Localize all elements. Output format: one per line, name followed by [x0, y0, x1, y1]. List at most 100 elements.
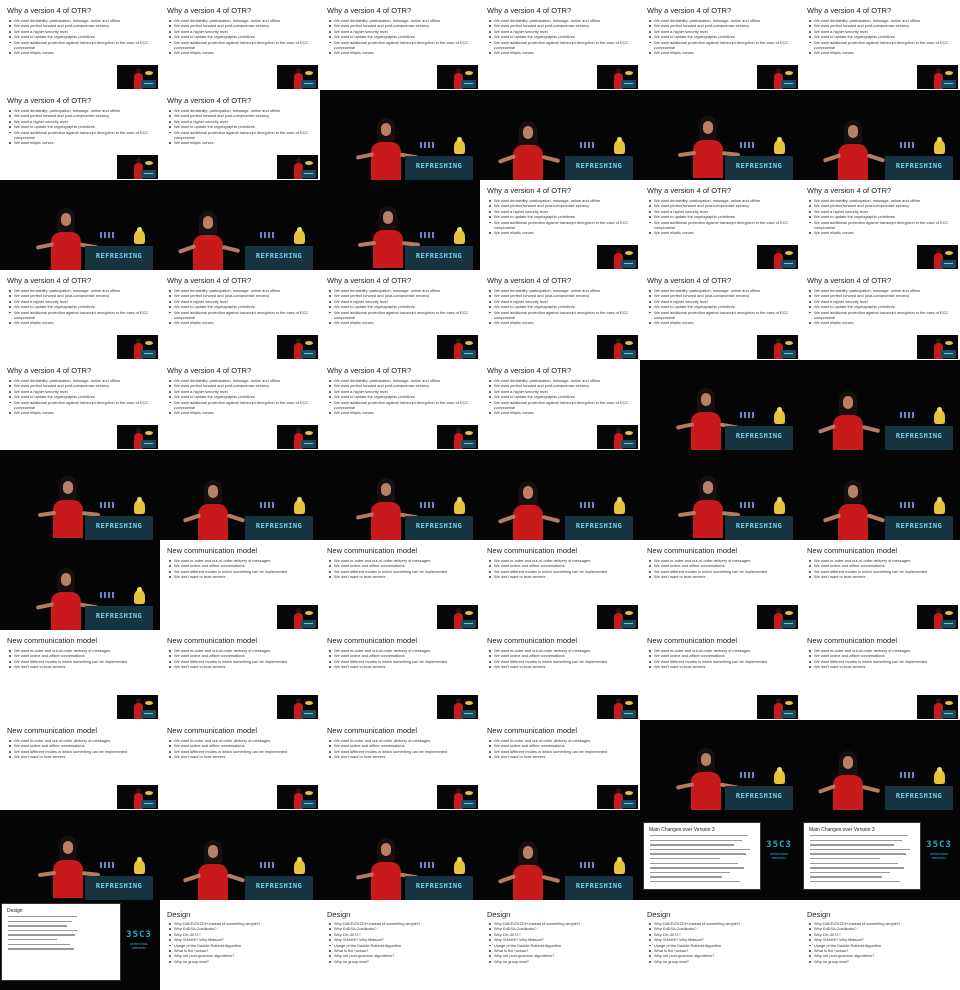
model-slide-thumbnail[interactable]: New communication model ◦ We want in-ord… [800, 540, 960, 630]
projected-design-slide-thumbnail[interactable]: Design 35C3 REFRESHING MEMORIES [0, 900, 160, 990]
design-slide-thumbnail[interactable]: Design ◦ Why DAKEZ/XZDH instead of somet… [160, 900, 320, 990]
speaker-inset [597, 335, 638, 359]
slide-bullet: Why no group chat? [169, 959, 315, 964]
slide-bullet: We want elliptic curves [649, 50, 795, 55]
model-slide-thumbnail[interactable]: New communication model ◦ We want in-ord… [160, 540, 320, 630]
otr-slide-thumbnail[interactable]: Why a version 4 of OTR? ◦ We want deniab… [320, 360, 480, 450]
speaker-shot-thumbnail[interactable]: REFRESHING [800, 450, 960, 540]
event-logo-mark: 35C3 [126, 930, 152, 940]
speaker-inset [757, 245, 798, 269]
model-slide-thumbnail[interactable]: New communication model ◦ We want in-ord… [480, 630, 640, 720]
slide-corner-mark: ◦ [629, 185, 631, 190]
otr-slide-thumbnail[interactable]: Why a version 4 of OTR? ◦ We want deniab… [160, 360, 320, 450]
speaker-shot-thumbnail[interactable]: REFRESHING [160, 810, 320, 900]
speaker-inset [117, 335, 158, 359]
speaker-shot-thumbnail[interactable]: REFRESHING [640, 450, 800, 540]
design-slide-thumbnail[interactable]: Design ◦ Why DAKEZ/XZDH instead of somet… [640, 900, 800, 990]
speaker-shot-thumbnail[interactable]: REFRESHING [480, 90, 640, 180]
otr-slide-thumbnail[interactable]: Why a version 4 of OTR? ◦ We want deniab… [640, 0, 800, 90]
slide-bullets: We want deniability: participation, mess… [169, 288, 315, 326]
otr-slide-thumbnail[interactable]: Why a version 4 of OTR? ◦ We want deniab… [320, 270, 480, 360]
speaker-shot-thumbnail[interactable]: REFRESHING [160, 180, 320, 270]
model-slide-thumbnail[interactable]: New communication model ◦ We want in-ord… [0, 630, 160, 720]
slide-corner-mark: ◦ [309, 635, 311, 640]
otr-slide-thumbnail[interactable]: Why a version 4 of OTR? ◦ We want deniab… [640, 180, 800, 270]
otr-slide-thumbnail[interactable]: Why a version 4 of OTR? ◦ We want deniab… [480, 270, 640, 360]
podium: REFRESHING [245, 516, 313, 540]
model-slide-thumbnail[interactable]: New communication model ◦ We want in-ord… [480, 540, 640, 630]
speaker-shot-thumbnail[interactable]: REFRESHING [480, 810, 640, 900]
speaker-shot-thumbnail[interactable]: REFRESHING [0, 450, 160, 540]
otr-slide-thumbnail[interactable]: Why a version 4 of OTR? ◦ We want deniab… [0, 0, 160, 90]
otr-slide-thumbnail[interactable]: Why a version 4 of OTR? ◦ We want deniab… [800, 180, 960, 270]
otr-slide-thumbnail[interactable]: Why a version 4 of OTR? ◦ We want deniab… [800, 270, 960, 360]
model-slide-thumbnail[interactable]: New communication model ◦ We want in-ord… [480, 720, 640, 810]
slide-bullet: We want additional protection against tr… [489, 40, 635, 51]
slide-title: New communication model [807, 636, 898, 645]
speaker-shot-thumbnail[interactable]: REFRESHING [0, 810, 160, 900]
speaker-shot-thumbnail[interactable]: REFRESHING [320, 810, 480, 900]
slide-title: Why a version 4 of OTR? [807, 6, 892, 15]
projected-text-line [650, 835, 748, 837]
otr-slide-thumbnail[interactable]: Why a version 4 of OTR? ◦ We want deniab… [160, 0, 320, 90]
design-slide-thumbnail[interactable]: Design ◦ Why DAKEZ/XZDH instead of somet… [320, 900, 480, 990]
speaker-shot-thumbnail[interactable]: REFRESHING [800, 360, 960, 450]
model-slide-thumbnail[interactable]: New communication model ◦ We want in-ord… [160, 630, 320, 720]
slide-bullet: We don't want to trust servers [649, 574, 795, 579]
model-slide-thumbnail[interactable]: New communication model ◦ We want in-ord… [640, 540, 800, 630]
mascot-figure [774, 137, 785, 154]
speaker-shot-thumbnail[interactable]: REFRESHING [640, 360, 800, 450]
model-slide-thumbnail[interactable]: New communication model ◦ We want in-ord… [160, 720, 320, 810]
speaker-shot-thumbnail[interactable]: REFRESHING [480, 450, 640, 540]
otr-slide-thumbnail[interactable]: Why a version 4 of OTR? ◦ We want deniab… [640, 270, 800, 360]
projected-text-line [810, 858, 880, 860]
speaker-shot-thumbnail[interactable]: REFRESHING [160, 450, 320, 540]
stage-lights [100, 232, 116, 238]
model-slide-thumbnail[interactable]: New communication model ◦ We want in-ord… [800, 630, 960, 720]
mascot-figure [934, 497, 945, 514]
otr-slide-thumbnail[interactable]: Why a version 4 of OTR? ◦ We want deniab… [160, 270, 320, 360]
model-slide-thumbnail[interactable]: New communication model ◦ We want in-ord… [320, 540, 480, 630]
otr-slide-thumbnail[interactable]: Why a version 4 of OTR? ◦ We want deniab… [160, 90, 320, 180]
speaker-inset [117, 785, 158, 809]
speaker-shot-thumbnail[interactable]: REFRESHING [0, 540, 160, 630]
projected-slide-thumbnail[interactable]: Main Changes over Version 3 35C3 REFRESHIN… [800, 810, 960, 900]
speaker-inset [917, 605, 958, 629]
speaker-shot-thumbnail[interactable]: REFRESHING [320, 180, 480, 270]
otr-slide-thumbnail[interactable]: Why a version 4 of OTR? ◦ We want deniab… [0, 360, 160, 450]
design-slide-thumbnail[interactable]: Design ◦ Why DAKEZ/XZDH instead of somet… [480, 900, 640, 990]
speaker-inset [917, 695, 958, 719]
model-slide-thumbnail[interactable]: New communication model ◦ We want in-ord… [640, 630, 800, 720]
otr-slide-thumbnail[interactable]: Why a version 4 of OTR? ◦ We want deniab… [0, 270, 160, 360]
speaker-shot-thumbnail[interactable]: REFRESHING [320, 450, 480, 540]
projected-slide-thumbnail[interactable]: Main Changes over Version 3 35C3 REFRESHIN… [640, 810, 800, 900]
projected-text-line [810, 867, 904, 869]
otr-slide-thumbnail[interactable]: Why a version 4 of OTR? ◦ We want deniab… [480, 360, 640, 450]
projected-text-line [810, 853, 906, 855]
model-slide-thumbnail[interactable]: New communication model ◦ We want in-ord… [320, 630, 480, 720]
speaker-inset [757, 335, 798, 359]
speaker-shot-thumbnail[interactable]: REFRESHING [640, 720, 800, 810]
projected-text-line [650, 848, 750, 851]
speaker-shot-thumbnail[interactable]: REFRESHING [320, 90, 480, 180]
projection-screen: Main Changes over Version 3 [643, 822, 761, 890]
podium: REFRESHING [85, 246, 153, 270]
stage-lights [740, 502, 756, 508]
otr-slide-thumbnail[interactable]: Why a version 4 of OTR? ◦ We want deniab… [480, 180, 640, 270]
speaker-shot-thumbnail[interactable]: REFRESHING [800, 90, 960, 180]
speaker-shot-thumbnail[interactable]: REFRESHING [640, 90, 800, 180]
otr-slide-thumbnail[interactable]: Why a version 4 of OTR? ◦ We want deniab… [320, 0, 480, 90]
speaker-shot-thumbnail[interactable]: REFRESHING [800, 720, 960, 810]
otr-slide-thumbnail[interactable]: Why a version 4 of OTR? ◦ We want deniab… [0, 90, 160, 180]
otr-slide-thumbnail[interactable]: Why a version 4 of OTR? ◦ We want deniab… [800, 0, 960, 90]
projected-text-line [8, 916, 77, 918]
design-slide-thumbnail[interactable]: Design ◦ Why DAKEZ/XZDH instead of somet… [800, 900, 960, 990]
speaker-shot-thumbnail[interactable]: REFRESHING [0, 180, 160, 270]
model-slide-thumbnail[interactable]: New communication model ◦ We want in-ord… [0, 720, 160, 810]
speaker-inset [757, 605, 798, 629]
podium: REFRESHING [565, 516, 633, 540]
slide-bullet: We want elliptic curves [329, 410, 475, 415]
otr-slide-thumbnail[interactable]: Why a version 4 of OTR? ◦ We want deniab… [480, 0, 640, 90]
model-slide-thumbnail[interactable]: New communication model ◦ We want in-ord… [320, 720, 480, 810]
stage-lights [740, 772, 756, 778]
